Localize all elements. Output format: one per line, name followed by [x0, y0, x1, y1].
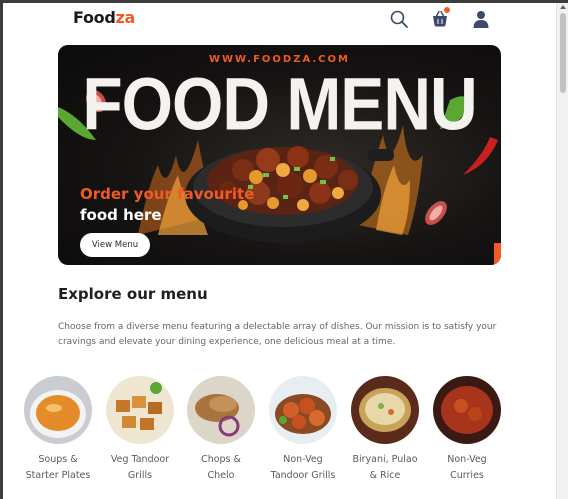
hero-subtitle-line2: food here [80, 206, 162, 224]
explore-menu-description: Choose from a diverse menu featuring a d… [58, 322, 497, 347]
site-logo[interactable]: Foodza [73, 8, 135, 27]
paneer-tikka-image [106, 376, 174, 444]
site-header: Foodza [3, 3, 556, 37]
explore-menu-heading: Explore our menu [58, 285, 208, 303]
search-icon[interactable] [389, 9, 409, 29]
logo-accent: za [115, 8, 136, 27]
hero-subtitle-line1: Order your favourite [80, 185, 255, 203]
category-item-nonveg-tandoor[interactable]: Non-Veg Tandoor Grills [268, 376, 338, 484]
user-icon[interactable] [471, 9, 491, 29]
category-item-chops[interactable]: Chops & Chelo [186, 376, 256, 484]
category-label: Chops & Chelo [201, 454, 241, 481]
curry-image [433, 376, 501, 444]
category-label: Soups & Starter Plates [25, 454, 91, 481]
cart-badge [444, 7, 450, 13]
category-carousel[interactable]: Soups & Starter Plates Veg Tandoor Grill… [3, 363, 501, 499]
category-item-veg-tandoor[interactable]: Veg Tandoor Grills [105, 376, 175, 484]
hero-title: FOOD MENU [82, 62, 477, 145]
category-item-soups[interactable]: Soups & Starter Plates [23, 376, 93, 484]
biryani-image [351, 376, 419, 444]
scrollbar-thumb[interactable] [560, 13, 566, 93]
vertical-scrollbar[interactable] [556, 3, 568, 499]
logo-text: Food [73, 8, 116, 27]
view-menu-button[interactable]: View Menu [80, 233, 150, 257]
chops-image [187, 376, 255, 444]
category-label: Non-Veg Curries [447, 454, 487, 481]
category-label: Veg Tandoor Grills [110, 454, 170, 481]
scroll-up-arrow-icon[interactable] [560, 5, 566, 9]
soup-bowl-image [24, 376, 92, 444]
browser-page: Foodza WWW.FOODZA.COM FOOD MENU Order yo… [3, 3, 556, 499]
category-item-biryani[interactable]: Biryani, Pulao & Rice [350, 376, 420, 484]
category-label: Non-Veg Tandoor Grills [270, 454, 336, 481]
chicken-tikka-image [269, 376, 337, 444]
hero-banner: WWW.FOODZA.COM FOOD MENU Order your favo… [58, 45, 501, 265]
category-item-nonveg-curries[interactable]: Non-Veg Curries [432, 376, 501, 484]
category-label: Biryani, Pulao & Rice [352, 454, 418, 481]
